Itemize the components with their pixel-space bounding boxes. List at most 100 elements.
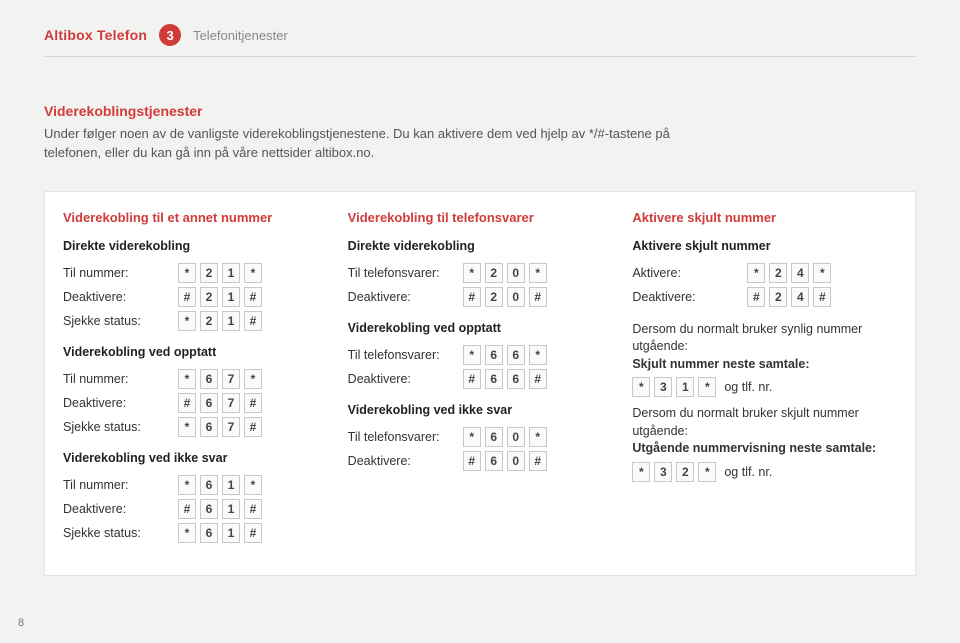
page-number: 8 xyxy=(18,617,24,629)
key-cap: 0 xyxy=(507,451,525,471)
page-header: Altibox Telefon 3 Telefonitjenester xyxy=(44,24,916,46)
key-cap: 1 xyxy=(222,263,240,283)
col1-title: Viderekobling til et annet nummer xyxy=(63,210,328,225)
key-cap: * xyxy=(463,427,481,447)
key-cap: # xyxy=(463,451,481,471)
key-sequence: *21# xyxy=(178,311,262,331)
key-cap: * xyxy=(529,345,547,365)
row-label: Deaktivere: xyxy=(348,454,463,468)
key-cap: * xyxy=(747,263,765,283)
key-sequence: #67# xyxy=(178,393,262,413)
code-row: Til telefonsvarer:*60* xyxy=(348,427,613,447)
code-row: Deaktivere:#60# xyxy=(348,451,613,471)
key-sequence: *61* xyxy=(178,475,262,495)
code-row: Til nummer:*67* xyxy=(63,369,328,389)
key-cap: * xyxy=(529,427,547,447)
col1-g2-head: Viderekobling ved opptatt xyxy=(63,345,328,359)
key-cap: # xyxy=(178,499,196,519)
note2-pre: Dersom du normalt bruker skjult nummer u… xyxy=(632,406,858,438)
col1-g1-head: Direkte viderekobling xyxy=(63,239,328,253)
col2-g2-head: Viderekobling ved opptatt xyxy=(348,321,613,335)
key-cap: * xyxy=(632,462,650,482)
key-cap: * xyxy=(463,263,481,283)
code-row: Sjekke status:*67# xyxy=(63,417,328,437)
intro-body: Under følger noen av de vanligste videre… xyxy=(44,125,724,163)
code-row: Deaktivere:#66# xyxy=(348,369,613,389)
col2-g1-head: Direkte viderekobling xyxy=(348,239,613,253)
note2-suffix: og tlf. nr. xyxy=(724,465,772,479)
col1-group-noanswer: Viderekobling ved ikke svar Til nummer: *… xyxy=(63,451,328,543)
row-label: Til telefonsvarer: xyxy=(348,430,463,444)
code-row: Til nummer:*61* xyxy=(63,475,328,495)
key-cap: 0 xyxy=(507,287,525,307)
col1-g3-head: Viderekobling ved ikke svar xyxy=(63,451,328,465)
key-cap: # xyxy=(747,287,765,307)
key-sequence: *20* xyxy=(463,263,547,283)
key-cap: # xyxy=(244,393,262,413)
section-name: Telefonitjenester xyxy=(193,28,288,43)
key-cap: * xyxy=(178,417,196,437)
key-cap: 7 xyxy=(222,417,240,437)
key-cap: * xyxy=(813,263,831,283)
key-cap: 6 xyxy=(200,499,218,519)
key-cap: 3 xyxy=(654,462,672,482)
rows-container: Til nummer:*61*Deaktivere:#61#Sjekke sta… xyxy=(63,475,328,543)
col1-group-direct: Direkte viderekobling Til nummer:*21* Dea… xyxy=(63,239,328,331)
row-label: Sjekke status: xyxy=(63,526,178,540)
col3-group-activate: Aktivere skjult nummer Aktivere:*24*Deak… xyxy=(632,239,897,307)
rows-container: Til nummer:*67*Deaktivere:#67#Sjekke sta… xyxy=(63,369,328,437)
row-label: Deaktivere: xyxy=(348,372,463,386)
key-cap: 4 xyxy=(791,287,809,307)
key-cap: 6 xyxy=(485,451,503,471)
key-cap: 6 xyxy=(200,475,218,495)
code-row: Deaktivere:#21# xyxy=(63,287,328,307)
rows-container: Til nummer:*21*Deaktivere:#21#Sjekke sta… xyxy=(63,263,328,331)
key-cap: 6 xyxy=(485,369,503,389)
row-label: Aktivere: xyxy=(632,266,747,280)
key-sequence: *67# xyxy=(178,417,262,437)
key-cap: # xyxy=(244,417,262,437)
key-cap: 6 xyxy=(200,523,218,543)
key-sequence: #20# xyxy=(463,287,547,307)
key-cap: * xyxy=(463,345,481,365)
key-cap: # xyxy=(244,311,262,331)
code-row: Til nummer:*21* xyxy=(63,263,328,283)
col2-group-noanswer: Viderekobling ved ikke svar Til telefons… xyxy=(348,403,613,471)
key-cap: 1 xyxy=(222,499,240,519)
key-cap: # xyxy=(529,451,547,471)
key-cap: # xyxy=(463,287,481,307)
col-forward-number: Viderekobling til et annet nummer Direkt… xyxy=(63,210,328,557)
key-cap: 2 xyxy=(200,287,218,307)
col2-title: Viderekobling til telefonsvarer xyxy=(348,210,613,225)
key-cap: 6 xyxy=(507,369,525,389)
rows-container: Til telefonsvarer:*60*Deaktivere:#60# xyxy=(348,427,613,471)
col3-note2: Dersom du normalt bruker skjult nummer u… xyxy=(632,405,897,458)
note2-code-row: *32* og tlf. nr. xyxy=(632,462,897,482)
note1-code-row: *31* og tlf. nr. xyxy=(632,377,897,397)
row-label: Deaktivere: xyxy=(63,396,178,410)
key-cap: 2 xyxy=(485,263,503,283)
row-label: Til nummer: xyxy=(63,478,178,492)
key-cap: # xyxy=(813,287,831,307)
row-label: Til telefonsvarer: xyxy=(348,266,463,280)
col2-group-direct: Direkte viderekobling Til telefonsvarer:… xyxy=(348,239,613,307)
key-cap: 2 xyxy=(200,263,218,283)
code-row: Sjekke status:*21# xyxy=(63,311,328,331)
key-cap: 6 xyxy=(200,393,218,413)
code-row: Aktivere:*24* xyxy=(632,263,897,283)
key-sequence: *31* xyxy=(632,377,716,397)
header-divider xyxy=(44,56,916,57)
key-cap: 1 xyxy=(222,311,240,331)
code-row: Deaktivere:#24# xyxy=(632,287,897,307)
key-cap: 2 xyxy=(676,462,694,482)
col1-group-busy: Viderekobling ved opptatt Til nummer:*67… xyxy=(63,345,328,437)
row-label: Til telefonsvarer: xyxy=(348,348,463,362)
key-cap: # xyxy=(244,287,262,307)
code-row: Deaktivere:#67# xyxy=(63,393,328,413)
rows-container: Aktivere:*24* Deaktivere:#24# xyxy=(632,263,897,307)
key-sequence: *66* xyxy=(463,345,547,365)
key-cap: * xyxy=(244,475,262,495)
key-sequence: #61# xyxy=(178,499,262,519)
key-cap: 6 xyxy=(485,345,503,365)
row-label: Deaktivere: xyxy=(63,290,178,304)
